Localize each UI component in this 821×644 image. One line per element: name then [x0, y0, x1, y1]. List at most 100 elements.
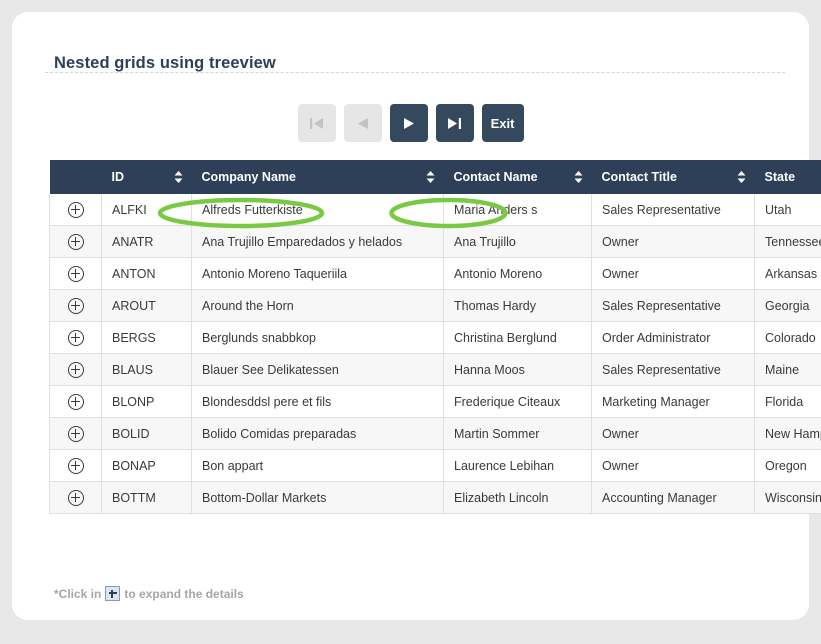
- expand-plus-icon[interactable]: [67, 297, 84, 314]
- customers-grid: ID Company Name Contact Name Contact Tit…: [49, 160, 821, 514]
- cell-contact-name: Hanna Moos: [443, 353, 592, 386]
- column-label-id: ID: [111, 170, 125, 184]
- cell-id: ANATR: [101, 225, 192, 258]
- table-row[interactable]: BOTTM Bottom-Dollar Markets Elizabeth Linc…: [49, 481, 821, 514]
- expand-cell[interactable]: [49, 194, 102, 226]
- column-label-contact-name: Contact Name: [453, 170, 538, 184]
- title-divider: [45, 72, 785, 73]
- nested-grid-container: ID Company Name Contact Name Contact Tit…: [49, 160, 821, 514]
- column-header-contact-name[interactable]: Contact Name: [443, 160, 592, 194]
- cell-state: Oregon: [754, 449, 821, 482]
- cell-id: BONAP: [101, 449, 192, 482]
- table-row[interactable]: BOLID Bolido Comidas preparadas Martin Som…: [49, 417, 821, 450]
- cell-company-name: Ana Trujillo Emparedados y helados: [191, 225, 444, 258]
- expand-cell[interactable]: [49, 321, 102, 354]
- previous-page-icon: [356, 117, 369, 130]
- sort-icon-contact-name[interactable]: [574, 170, 583, 184]
- page-title: Nested grids using treeview: [54, 54, 276, 72]
- cell-company-name: Around the Horn: [191, 289, 444, 322]
- table-row[interactable]: BLONP Blondesddsl pere et fils Frederique …: [49, 385, 821, 418]
- expand-plus-icon[interactable]: [67, 265, 84, 282]
- expand-cell[interactable]: [49, 481, 102, 514]
- column-header-expander: [49, 160, 102, 194]
- next-page-icon: [402, 117, 415, 130]
- grid-header: ID Company Name Contact Name Contact Tit…: [49, 160, 821, 194]
- table-row[interactable]: AROUT Around the Horn Thomas Hardy Sales Re…: [49, 289, 821, 322]
- expand-cell[interactable]: [49, 449, 102, 482]
- cell-company-name: Bottom-Dollar Markets: [191, 481, 444, 514]
- cell-company-name: Alfreds Futterkiste: [191, 194, 444, 226]
- content-card: Nested grids using treeview Exit ID Comp…: [12, 12, 821, 620]
- cell-company-name: Antonio Moreno Taqueriila: [191, 257, 444, 290]
- cell-company-name: Bon appart: [191, 449, 444, 482]
- expand-plus-icon[interactable]: [67, 329, 84, 346]
- cell-contact-name: Laurence Lebihan: [443, 449, 592, 482]
- cell-contact-title: Owner: [591, 417, 755, 450]
- table-row[interactable]: BLAUS Blauer See Delikatessen Hanna Moos Sa…: [49, 353, 821, 386]
- table-row[interactable]: ALFKI Alfreds Futterkiste Maria Anders s Sa…: [49, 194, 821, 226]
- first-page-icon: [309, 117, 324, 130]
- column-header-contact-title[interactable]: Contact Title: [591, 160, 755, 194]
- cell-id: BLONP: [101, 385, 192, 418]
- previous-page-button[interactable]: [343, 104, 382, 142]
- next-page-button[interactable]: [389, 104, 428, 142]
- expand-plus-icon[interactable]: [67, 425, 84, 442]
- expand-cell[interactable]: [49, 385, 102, 418]
- expand-plus-icon[interactable]: [67, 489, 84, 506]
- last-page-button[interactable]: [435, 104, 474, 142]
- first-page-button[interactable]: [297, 104, 336, 142]
- cell-id: BOTTM: [101, 481, 192, 514]
- cell-contact-title: Sales Representative: [591, 194, 755, 226]
- expand-plus-icon[interactable]: [67, 233, 84, 250]
- cell-state: Colorado: [754, 321, 821, 354]
- column-header-id[interactable]: ID: [101, 160, 192, 194]
- column-label-company-name: Company Name: [201, 170, 296, 184]
- cell-company-name: Blondesddsl pere et fils: [191, 385, 444, 418]
- expand-plus-icon[interactable]: [67, 393, 84, 410]
- cell-state: Georgia: [754, 289, 821, 322]
- cell-contact-title: Owner: [591, 225, 755, 258]
- table-row[interactable]: ANATR Ana Trujillo Emparedados y helados A…: [49, 225, 821, 258]
- expand-cell[interactable]: [49, 417, 102, 450]
- column-header-state[interactable]: State: [754, 160, 821, 194]
- footnote: *Click in to expand the details: [54, 586, 244, 601]
- cell-contact-name: Elizabeth Lincoln: [443, 481, 592, 514]
- sort-icon-company-name[interactable]: [426, 170, 435, 184]
- table-row[interactable]: BERGS Berglunds snabbkop Christina Berglun…: [49, 321, 821, 354]
- cell-contact-title: Accounting Manager: [591, 481, 755, 514]
- expand-cell[interactable]: [49, 225, 102, 258]
- expand-plus-icon[interactable]: [67, 361, 84, 378]
- cell-state: Tennessee: [754, 225, 821, 258]
- cell-id: ANTON: [101, 257, 192, 290]
- table-row[interactable]: BONAP Bon appart Laurence Lebihan Owner Oreg…: [49, 449, 821, 482]
- grid-body: ALFKI Alfreds Futterkiste Maria Anders s Sa…: [49, 194, 821, 514]
- column-header-company-name[interactable]: Company Name: [191, 160, 444, 194]
- footnote-suffix: to expand the details: [124, 586, 244, 601]
- cell-id: ALFKI: [101, 194, 192, 226]
- cell-state: Maine: [754, 353, 821, 386]
- footnote-prefix: *Click in: [54, 586, 102, 601]
- cell-contact-title: Sales Representative: [591, 289, 755, 322]
- cell-id: BOLID: [101, 417, 192, 450]
- expand-plus-icon[interactable]: [67, 201, 84, 218]
- cell-contact-name: Antonio Moreno: [443, 257, 592, 290]
- sort-icon-contact-title[interactable]: [737, 170, 746, 184]
- table-row[interactable]: ANTON Antonio Moreno Taqueriila Antonio Mo…: [49, 257, 821, 290]
- cell-contact-name: Thomas Hardy: [443, 289, 592, 322]
- cell-contact-title: Order Administrator: [591, 321, 755, 354]
- expand-plus-icon[interactable]: [67, 457, 84, 474]
- header-row: ID Company Name Contact Name Contact Tit…: [49, 160, 821, 194]
- cell-contact-title: Owner: [591, 449, 755, 482]
- column-label-state: State: [764, 170, 796, 184]
- expand-cell[interactable]: [49, 353, 102, 386]
- cell-id: BLAUS: [101, 353, 192, 386]
- expand-cell[interactable]: [49, 257, 102, 290]
- exit-button[interactable]: Exit: [481, 104, 524, 142]
- column-label-contact-title: Contact Title: [601, 170, 677, 184]
- pagination-toolbar: Exit: [12, 104, 809, 142]
- sort-icon-id[interactable]: [174, 170, 183, 184]
- cell-contact-name: Frederique Citeaux: [443, 385, 592, 418]
- expand-cell[interactable]: [49, 289, 102, 322]
- cell-id: AROUT: [101, 289, 192, 322]
- cell-contact-title: Marketing Manager: [591, 385, 755, 418]
